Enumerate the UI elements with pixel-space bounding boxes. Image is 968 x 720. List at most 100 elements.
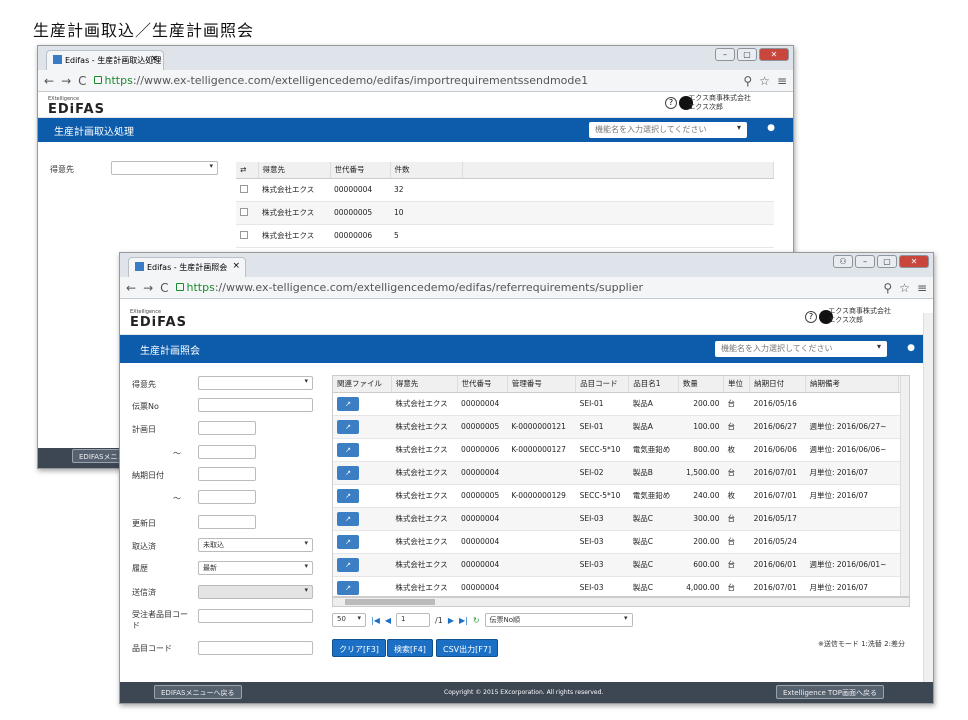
menu-icon[interactable]: ≡ <box>917 281 927 295</box>
customer-select[interactable] <box>111 161 218 175</box>
slip-input[interactable] <box>198 398 313 412</box>
open-file-icon[interactable]: ↗ <box>337 442 359 457</box>
column-header[interactable]: 関連ファイル <box>333 376 392 393</box>
imported-select[interactable]: 未取込 <box>198 538 313 552</box>
gear-icon[interactable]: ● <box>767 123 775 133</box>
open-file-icon[interactable]: ↗ <box>337 488 359 503</box>
table-row[interactable]: ↗ 株式会社エクス 00000004 SEI-03 製品C 600.00 台 2016/06/… <box>333 553 909 577</box>
url-field[interactable]: https://www.ex-telligence.com/extelligen… <box>93 74 737 87</box>
order-item-input[interactable] <box>198 609 313 623</box>
close-tab-icon[interactable]: × <box>150 54 158 64</box>
cell: 台 <box>723 392 750 416</box>
open-file-icon[interactable]: ↗ <box>337 396 359 411</box>
star-icon[interactable]: ☆ <box>759 74 770 88</box>
last-page-icon[interactable]: ▶| <box>459 616 468 625</box>
open-file-icon[interactable]: ↗ <box>337 511 359 526</box>
cell: 台 <box>723 461 750 485</box>
maximize-button[interactable]: ▢ <box>877 255 897 268</box>
first-page-icon[interactable]: |◀ <box>371 616 380 625</box>
reload-icon[interactable]: C <box>160 281 168 295</box>
row-checkbox[interactable] <box>236 201 258 225</box>
close-tab-icon[interactable]: × <box>232 261 240 271</box>
search-button[interactable]: 検索[F4] <box>387 639 433 657</box>
column-header[interactable]: 数量 <box>678 376 724 393</box>
close-window-button[interactable]: ✕ <box>899 255 929 268</box>
maximize-button[interactable]: ▢ <box>737 48 757 61</box>
page-scrollbar[interactable] <box>923 313 933 703</box>
reload-icon[interactable]: C <box>78 74 86 88</box>
delivery-date-to[interactable] <box>198 490 256 504</box>
customer-select[interactable] <box>198 376 313 390</box>
minimize-button[interactable]: – <box>715 48 735 61</box>
pager: 50 |◀ ◀ 1 /1 ▶ ▶| ↻ 伝票No順 <box>332 612 633 628</box>
update-date-input[interactable] <box>198 515 256 529</box>
row-checkbox[interactable] <box>236 178 258 202</box>
item-code-input[interactable] <box>198 641 313 655</box>
close-window-button[interactable]: ✕ <box>759 48 789 61</box>
zoom-icon[interactable]: ⚲ <box>743 74 752 88</box>
zoom-icon[interactable]: ⚲ <box>883 281 892 295</box>
open-file-icon[interactable]: ↗ <box>337 534 359 549</box>
table-row[interactable]: 株式会社エクス 00000005 10 <box>236 201 774 225</box>
top-page-back-button[interactable]: Extelligence TOP画面へ戻る <box>776 685 885 699</box>
help-icon[interactable]: ? <box>665 97 677 109</box>
table-row[interactable]: ↗ 株式会社エクス 00000005 K-0000000121 SEI-01 製品A 100… <box>333 415 909 439</box>
back-arrow-icon[interactable]: ← <box>44 74 54 88</box>
forward-arrow-icon[interactable]: → <box>61 74 71 88</box>
edifas-menu-back-button[interactable]: EDIFASメニューへ戻る <box>154 685 242 699</box>
function-select[interactable]: 機能名を入力選択してください <box>589 122 747 138</box>
table-row[interactable]: ↗ 株式会社エクス 00000004 SEI-03 製品C 300.00 台 2016/05/… <box>333 507 909 531</box>
open-file-icon[interactable]: ↗ <box>337 465 359 480</box>
open-file-icon[interactable]: ↗ <box>337 557 359 572</box>
clear-button[interactable]: クリア[F3] <box>332 639 386 657</box>
csv-export-button[interactable]: CSV出力[F7] <box>436 639 499 657</box>
select-all-icon[interactable]: ⇄ <box>236 162 259 179</box>
open-file-icon[interactable]: ↗ <box>337 419 359 434</box>
menu-icon[interactable]: ≡ <box>777 74 787 88</box>
plan-date-to[interactable] <box>198 445 256 459</box>
table-row[interactable]: ↗ 株式会社エクス 00000004 SEI-03 製品C 4,000.00 台 2016/0… <box>333 576 909 596</box>
delivery-date-from[interactable] <box>198 467 256 481</box>
grid-vertical-scrollbar[interactable] <box>900 376 909 596</box>
star-icon[interactable]: ☆ <box>899 281 910 295</box>
column-header[interactable]: 品目名1 <box>628 376 679 393</box>
table-row[interactable]: 株式会社エクス 00000006 5 <box>236 224 774 248</box>
forward-arrow-icon[interactable]: → <box>143 281 153 295</box>
table-row[interactable]: ↗ 株式会社エクス 00000004 SEI-01 製品A 200.00 台 2016/05/… <box>333 392 909 416</box>
sort-select[interactable]: 伝票No順 <box>484 613 633 627</box>
browser-tab[interactable]: Edifas - 生産計画取込処理 × <box>46 50 164 70</box>
plan-date-from[interactable] <box>198 421 256 435</box>
back-arrow-icon[interactable]: ← <box>126 281 136 295</box>
row-checkbox[interactable] <box>236 224 258 248</box>
gear-icon[interactable]: ● <box>907 343 915 353</box>
browser-tab[interactable]: Edifas - 生産計画照会 × <box>128 257 246 277</box>
page-number-input[interactable]: 1 <box>396 613 431 627</box>
column-header[interactable]: 納期日付 <box>749 376 806 393</box>
prev-page-icon[interactable]: ◀ <box>385 616 391 625</box>
help-icon[interactable]: ? <box>805 311 817 323</box>
table-row[interactable]: ↗ 株式会社エクス 00000005 K-0000000129 SECC-5*10 電気亜… <box>333 484 909 508</box>
refresh-icon[interactable]: ↻ <box>473 616 480 625</box>
open-file-icon[interactable]: ↗ <box>337 580 359 595</box>
table-row[interactable]: ↗ 株式会社エクス 00000004 SEI-02 製品B 1,500.00 台 2016/0… <box>333 461 909 485</box>
grid-horizontal-scrollbar[interactable] <box>332 597 910 607</box>
column-header[interactable]: 納期備考 <box>805 376 899 393</box>
url-field[interactable]: https://www.ex-telligence.com/extelligen… <box>175 281 877 294</box>
cell: 2016/06/06 <box>749 438 806 462</box>
minimize-button[interactable]: – <box>855 255 875 268</box>
table-row[interactable]: ↗ 株式会社エクス 00000006 K-0000000127 SECC-5*10 電気亜… <box>333 438 909 462</box>
tilde-2: ～ <box>173 494 181 503</box>
cell <box>507 507 576 531</box>
function-select[interactable]: 機能名を入力選択してください <box>715 341 887 357</box>
column-header[interactable]: 管理番号 <box>507 376 577 393</box>
column-header[interactable]: 世代番号 <box>457 376 508 393</box>
table-row[interactable]: 株式会社エクス 00000004 32 <box>236 178 774 202</box>
table-row[interactable]: ↗ 株式会社エクス 00000004 SEI-03 製品C 200.00 台 2016/05/… <box>333 530 909 554</box>
user-profile-button[interactable]: ⚇ <box>833 255 853 268</box>
history-select[interactable]: 最新 <box>198 561 313 575</box>
page-size-select[interactable]: 50 <box>332 613 366 627</box>
column-header[interactable]: 得意先 <box>391 376 458 393</box>
column-header[interactable]: 品目コード <box>575 376 630 393</box>
column-header[interactable]: 単位 <box>723 376 751 393</box>
next-page-icon[interactable]: ▶ <box>448 616 454 625</box>
